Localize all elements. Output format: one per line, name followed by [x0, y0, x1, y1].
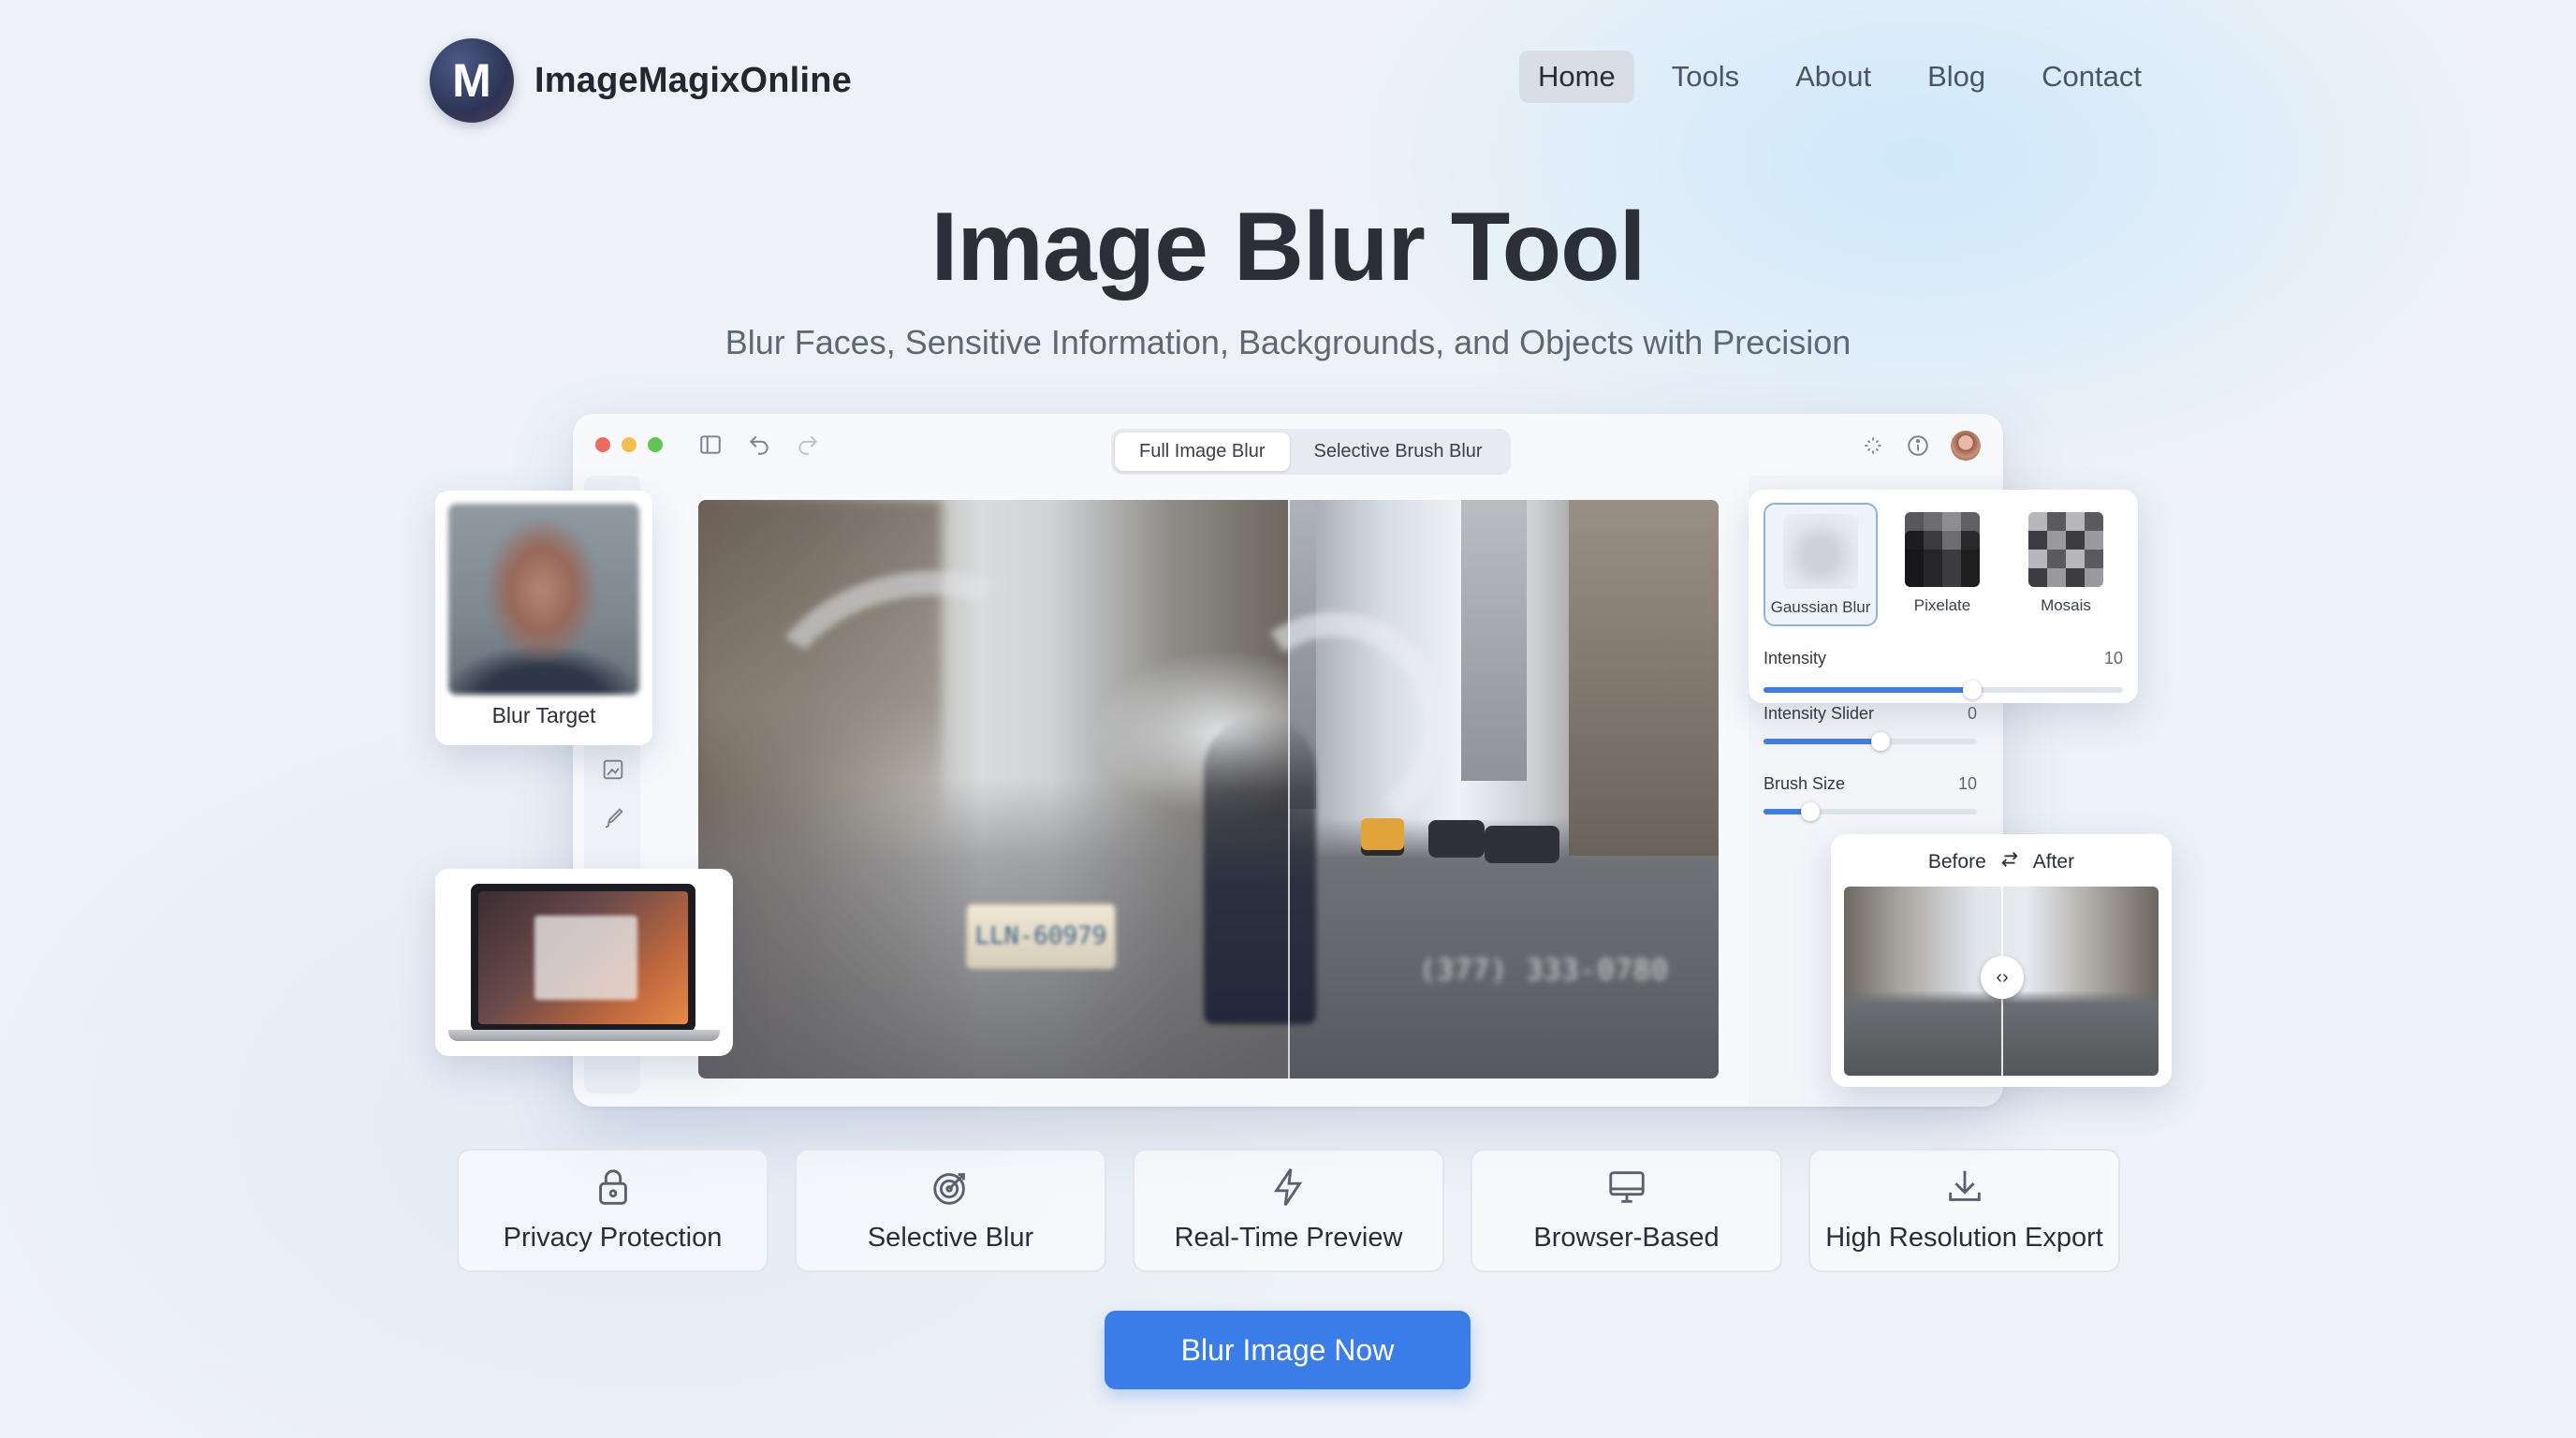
info-icon[interactable] [1906, 433, 1930, 458]
laptop-base [448, 1030, 720, 1041]
sparkle-icon[interactable] [1861, 433, 1885, 458]
effect-gaussian-blur[interactable]: Gaussian Blur [1764, 503, 1878, 626]
intensity-slider-track [1764, 732, 1977, 751]
nav-about[interactable]: About [1777, 51, 1890, 103]
brush-tool-icon[interactable] [600, 805, 626, 831]
redo-icon[interactable] [796, 433, 820, 457]
feature-label: Privacy Protection [503, 1223, 723, 1253]
intensity-label: Intensity [1764, 649, 1827, 668]
taxi [1361, 818, 1404, 850]
pedestrian [1204, 715, 1316, 1024]
feature-list: Privacy Protection Selective Blur Real-T… [457, 1149, 2120, 1272]
mosaic-icon [2028, 512, 2103, 587]
page-title: Image Blur Tool [930, 193, 1646, 301]
feature-real-time-preview: Real-Time Preview [1133, 1149, 1444, 1272]
monitor-icon [1608, 1171, 1645, 1203]
intensity-knob[interactable] [1962, 681, 1982, 699]
brush-size-slider[interactable]: Brush Size 10 [1764, 774, 1977, 821]
close-window-dot[interactable] [595, 437, 610, 452]
compare-divider[interactable] [1288, 500, 1290, 1078]
nav-contact[interactable]: Contact [2023, 51, 2160, 103]
extra-sliders: Intensity Slider 0 Brush Size 10 [1764, 704, 1977, 844]
intensity-slider-fill [1764, 739, 1881, 744]
image-tool-icon[interactable] [600, 756, 626, 783]
minimize-window-dot[interactable] [622, 437, 637, 452]
compare-handle-icon[interactable]: ‹› [1981, 956, 2024, 999]
phone-number[interactable]: (377) 333-0780 [1419, 954, 1669, 987]
maximize-window-dot[interactable] [648, 437, 663, 452]
undo-icon[interactable] [747, 433, 771, 457]
feature-browser-based: Browser-Based [1471, 1149, 1782, 1272]
blur-target-card[interactable]: Blur Target [435, 491, 652, 745]
lightning-icon [1273, 1168, 1302, 1206]
blurred-window [534, 916, 637, 1000]
editor-titlebar: Full Image Blur Selective Brush Blur [573, 414, 2003, 476]
feature-label: Real-Time Preview [1174, 1223, 1403, 1253]
logo-mark: M [430, 38, 514, 123]
intensity-slider[interactable]: Intensity 10 [1764, 649, 2123, 699]
page-subtitle: Blur Faces, Sensitive Information, Backg… [724, 323, 1852, 361]
before-after-preview[interactable]: ‹› [1844, 887, 2159, 1076]
before-label: Before [1927, 851, 1986, 873]
after-label: After [2032, 851, 2075, 873]
intensity-slider-value: 0 [1967, 704, 1977, 723]
download-icon [1948, 1170, 1981, 1201]
brush-size-knob[interactable] [1801, 802, 1821, 821]
tab-selective-brush-blur[interactable]: Selective Brush Blur [1290, 433, 1507, 471]
feature-selective-blur: Selective Blur [795, 1149, 1106, 1272]
brush-size-track [1764, 802, 1977, 821]
license-plate[interactable]: LLN-60979 [965, 902, 1117, 970]
blur-target-label: Blur Target [491, 703, 596, 727]
blur-mode-switch: Full Image Blur Selective Brush Blur [1111, 429, 1511, 475]
intensity-slider-label: Intensity Slider [1764, 704, 1875, 723]
tab-full-image-blur[interactable]: Full Image Blur [1115, 433, 1290, 471]
brush-size-label: Brush Size [1764, 774, 1846, 793]
effect-pixelate[interactable]: Pixelate [1885, 503, 1999, 626]
before-after-card: Before After ‹› [1831, 834, 2172, 1087]
target-icon [932, 1173, 965, 1205]
blur-effects-panel: Gaussian Blur Pixelate Mosais Intensity … [1749, 490, 2138, 703]
lock-icon [598, 1169, 627, 1205]
intensity-track [1764, 681, 2123, 699]
pixelate-icon [1905, 512, 1980, 587]
feature-label: Browser-Based [1533, 1223, 1720, 1253]
laptop-icon [471, 884, 695, 1032]
feature-high-resolution-export: High Resolution Export [1808, 1149, 2120, 1272]
main-nav: Home Tools About Blog Contact [1519, 51, 2160, 103]
feature-privacy-protection: Privacy Protection [457, 1149, 768, 1272]
image-canvas[interactable]: LLN-60979 (377) 333-0780 [698, 500, 1719, 1078]
site-logo[interactable]: M ImageMagixOnline [430, 38, 852, 123]
feature-label: Selective Blur [867, 1223, 1034, 1253]
user-avatar[interactable] [1951, 431, 1981, 461]
nav-tools[interactable]: Tools [1653, 51, 1758, 103]
brush-size-value: 10 [1957, 774, 1977, 793]
gaussian-blur-icon [1783, 514, 1858, 589]
brand-name: ImageMagixOnline [534, 60, 852, 100]
sidebar-toggle-icon[interactable] [698, 433, 723, 457]
intensity-slider-knob[interactable] [1871, 732, 1891, 751]
blur-image-now-button[interactable]: Blur Image Now [1105, 1311, 1471, 1389]
laptop-screen [478, 891, 688, 1024]
blurred-face-photo [448, 504, 639, 695]
before-after-header: Before After [1831, 849, 2172, 875]
nav-home[interactable]: Home [1519, 51, 1634, 103]
laptop-preview-card [435, 869, 733, 1056]
nav-blog[interactable]: Blog [1909, 51, 2004, 103]
intensity-fill [1764, 687, 1972, 693]
effect-mosaic[interactable]: Mosais [2009, 503, 2123, 626]
intensity-slider-2[interactable]: Intensity Slider 0 [1764, 704, 1977, 751]
feature-label: High Resolution Export [1825, 1223, 2103, 1253]
swap-icon[interactable] [1999, 849, 2020, 875]
intensity-value: 10 [2103, 649, 2123, 668]
